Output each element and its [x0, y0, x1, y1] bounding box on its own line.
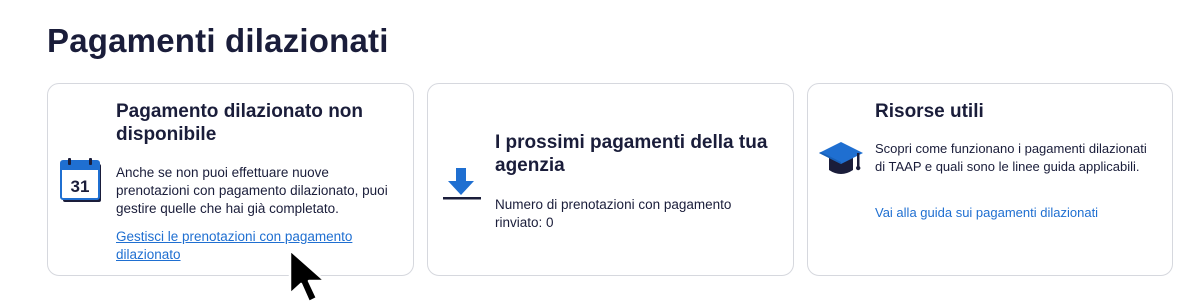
deferred-payments-guide-link[interactable]: Vai alla guida sui pagamenti dilazionati: [875, 204, 1155, 222]
card-title: Pagamento dilazionato non disponibile: [116, 101, 364, 145]
mouse-cursor-icon: [287, 248, 329, 307]
manage-deferred-bookings-link[interactable]: Gestisci le prenotazioni con pagamento d…: [116, 228, 386, 264]
download-icon: [442, 166, 482, 205]
card-description: Numero di prenotazioni con pagamento rin…: [495, 197, 732, 230]
calendar-icon: 31: [60, 158, 104, 209]
card-useful-resources: Risorse utili Scopri come funzionano i p…: [807, 83, 1173, 276]
card-deferred-unavailable: Pagamento dilazionato non disponibile 31…: [47, 83, 414, 276]
card-title: I prossimi pagamenti della tua agenzia: [495, 132, 768, 176]
card-upcoming-payments: I prossimi pagamenti della tua agenzia N…: [427, 83, 794, 276]
card-description: Anche se non puoi effettuare nuove preno…: [116, 165, 388, 216]
card-description: Scopri come funzionano i pagamenti dilaz…: [875, 141, 1147, 174]
card-title: Risorse utili: [875, 101, 984, 122]
calendar-day: 31: [71, 177, 90, 196]
page-title: Pagamenti dilazionati: [47, 22, 389, 59]
graduation-cap-icon: [818, 138, 864, 183]
